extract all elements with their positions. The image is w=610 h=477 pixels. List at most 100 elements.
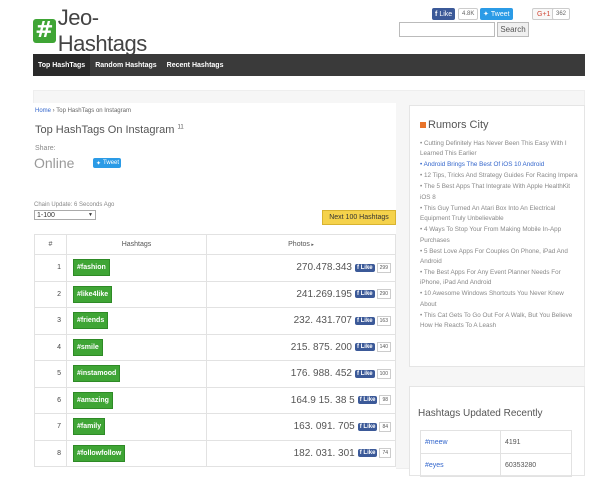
table-row: 5 #instamood 176. 988. 452 f Like 100 (34, 360, 396, 388)
hashtag-link[interactable]: #family (73, 418, 106, 436)
photo-count: 176. 988. 452 (290, 368, 352, 380)
nav-recent-hashtags[interactable]: Recent Hashtags (162, 54, 229, 76)
like-label: Like (360, 317, 373, 324)
share-status: Online (34, 155, 75, 171)
rumor-link[interactable]: • This Guy Turned An Atari Box Into An E… (420, 204, 578, 225)
facebook-icon: f (435, 10, 438, 18)
google-plus-count: 362 (552, 8, 571, 20)
table-row: #meew 4191 (420, 430, 572, 454)
like-label: Like (360, 370, 373, 377)
column-photos-label: Photos (288, 241, 310, 248)
like-count: 74 (379, 448, 391, 459)
hashtag-link[interactable]: #fashion (73, 259, 110, 277)
rank-cell: 7 (34, 413, 67, 441)
like-label: Like (360, 344, 373, 351)
hashtag-link[interactable]: #friends (73, 312, 109, 330)
rank-cell: 6 (34, 386, 67, 414)
hashtag-logo-icon: # (33, 19, 56, 43)
like-label: Like (363, 450, 376, 457)
range-select-value: 1-100 (37, 211, 55, 219)
hashtag-cell: #like4like (66, 280, 207, 308)
rumor-link[interactable]: • The Best Apps For Any Event Planner Ne… (420, 268, 578, 289)
rumor-text: Cutting Definitely Has Never Been This E… (420, 140, 567, 158)
photos-cell: 182. 031. 301 f Like 74 (206, 439, 396, 467)
hashtag-link[interactable]: #like4like (73, 285, 113, 303)
facebook-like-button[interactable]: f Like (354, 316, 375, 325)
rank-cell: 4 (34, 333, 67, 361)
hashtag-link[interactable]: #instamood (73, 365, 121, 383)
hashtag-link[interactable]: #smile (73, 338, 103, 356)
updated-hashtag-link[interactable]: #eyes (420, 453, 501, 477)
table-row: #eyes 60353280 (420, 453, 572, 477)
rumor-link[interactable]: • The 5 Best Apps That Integrate With Ap… (420, 182, 578, 203)
hashtag-link[interactable]: #followfollow (73, 444, 126, 462)
hashtag-cell: #amazing (66, 386, 207, 414)
rank-cell: 3 (34, 307, 67, 335)
hashtag-cell: #instamood (66, 360, 207, 388)
next-100-button[interactable]: Next 100 Hashtags (322, 210, 396, 225)
photos-cell: 163. 091. 705 f Like 84 (206, 413, 396, 441)
facebook-like-button[interactable]: f Like (432, 8, 456, 20)
like-count: 100 (376, 368, 391, 379)
tweet-button[interactable]: ✦ Tweet (480, 8, 513, 20)
hashtag-cell: #smile (66, 333, 207, 361)
hashtag-cell: #friends (66, 307, 207, 335)
rumor-link[interactable]: • 5 Best Love Apps For Couples On Phone,… (420, 247, 578, 268)
table-row: 4 #smile 215. 875. 200 f Like 140 (34, 333, 396, 361)
rumor-link[interactable]: • 4 Ways To Stop Your From Making Mobile… (420, 225, 578, 246)
column-photos[interactable]: Photos ▸ (206, 234, 396, 255)
rumor-link[interactable]: • 12 Tips, Tricks And Strategy Guides Fo… (420, 171, 578, 181)
table-row: 7 #family 163. 091. 705 f Like 84 (34, 413, 396, 441)
facebook-like-button[interactable]: f Like (357, 396, 378, 405)
rumor-text: The 5 Best Apps That Integrate With Appl… (420, 183, 571, 201)
hashtag-cell: #fashion (66, 254, 207, 282)
nav-top-hashtags[interactable]: Top HashTags (33, 54, 91, 76)
updated-hashtag-link[interactable]: #meew (420, 430, 501, 454)
search-input[interactable] (399, 22, 495, 37)
like-label: Like (360, 291, 373, 298)
rumor-link[interactable]: • 10 Awesome Windows Shortcuts You Never… (420, 289, 578, 310)
like-label: Like (363, 423, 376, 430)
range-select[interactable]: 1-100 ▼ (34, 210, 96, 220)
rumor-text: This Guy Turned An Atari Box Into An Ele… (420, 204, 556, 223)
facebook-like-count: 4.8K (458, 8, 479, 20)
page-tweet-button[interactable]: ✦ Tweet (93, 158, 121, 168)
rumor-text: 12 Tips, Tricks And Strategy Guides For … (423, 172, 578, 180)
rumor-link[interactable]: • Android Brings The Best Of iOS 10 Andr… (420, 160, 578, 170)
table-row: 2 #like4like 241.269.195 f Like 290 (34, 280, 396, 308)
breadcrumb-home-link[interactable]: Home (35, 108, 51, 114)
rank-cell: 8 (34, 439, 67, 467)
rumor-text: 10 Awesome Windows Shortcuts You Never K… (420, 290, 564, 308)
rumors-title: Rumors City (420, 119, 489, 131)
facebook-like-button[interactable]: f Like (354, 343, 375, 352)
page-title-text: Top HashTags On Instagram (35, 124, 175, 136)
like-count: 299 (376, 262, 391, 273)
page-tweet-label: Tweet (103, 160, 120, 166)
hashtags-table: # Hashtags Photos ▸ 1 #fashion 270.478.343… (34, 234, 396, 467)
facebook-like-button[interactable]: f Like (354, 263, 375, 272)
facebook-like-button[interactable]: f Like (357, 449, 378, 458)
like-label: Like (363, 397, 376, 404)
photo-count: 270.478.343 (296, 262, 352, 274)
like-count: 98 (379, 395, 391, 406)
nav-random-hashtags[interactable]: Random Hashtags (90, 54, 161, 76)
rumor-link[interactable]: • This Cat Gets To Go Out For A Walk, Bu… (420, 311, 578, 332)
twitter-bird-icon: ✦ (483, 11, 489, 18)
facebook-like-button[interactable]: f Like (357, 422, 378, 431)
table-row: 6 #amazing 164.9 15. 38 5f Like 98 (34, 386, 396, 414)
hashtag-cell: #followfollow (66, 439, 207, 467)
search-button[interactable]: Search (497, 22, 529, 37)
like-label: Like (360, 264, 373, 271)
rumors-title-text: Rumors City (428, 119, 489, 131)
facebook-like-button[interactable]: f Like (354, 290, 375, 299)
twitter-bird-icon: ✦ (96, 160, 102, 167)
breadcrumb: Home › Top HashTags on Instagram (35, 108, 131, 114)
tweet-label: Tweet (490, 10, 510, 18)
facebook-like-button[interactable]: f Like (354, 369, 375, 378)
rumor-link[interactable]: • Cutting Definitely Has Never Been This… (420, 139, 578, 160)
photos-cell: 232. 431.707 f Like 163 (206, 307, 396, 335)
table-row: 3 #friends 232. 431.707 f Like 163 (34, 307, 396, 335)
hashtag-link[interactable]: #amazing (73, 391, 113, 409)
site-logo[interactable]: # Jeo-Hashtags (33, 5, 181, 56)
like-count: 140 (376, 342, 391, 353)
